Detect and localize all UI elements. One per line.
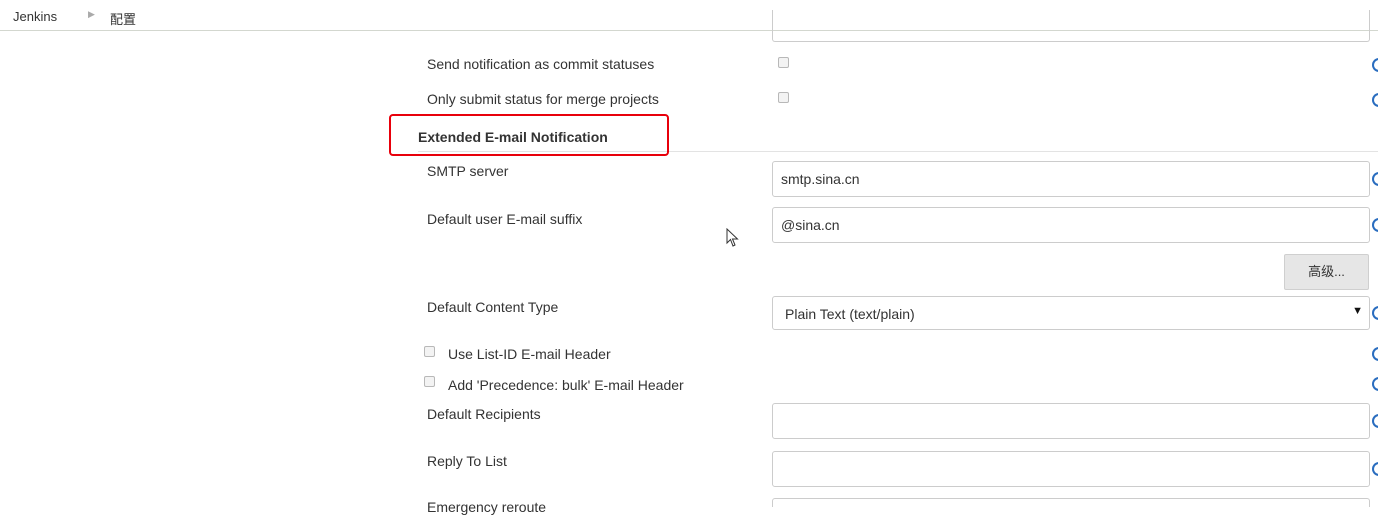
email-suffix-input[interactable]	[772, 207, 1370, 243]
precedence-label: Add 'Precedence: bulk' E-mail Header	[448, 377, 684, 393]
help-icon[interactable]	[1372, 414, 1378, 428]
emergency-reroute-label: Emergency reroute	[427, 499, 547, 515]
list-id-label: Use List-ID E-mail Header	[448, 346, 611, 362]
merge-only-label: Only submit status for merge projects	[427, 91, 659, 107]
list-id-checkbox[interactable]	[424, 346, 435, 357]
reply-to-label: Reply To List	[427, 453, 507, 469]
breadcrumb-current[interactable]: 配置	[110, 9, 136, 28]
breadcrumb-separator-icon: ▶	[88, 9, 95, 19]
precedence-checkbox[interactable]	[424, 376, 435, 387]
merge-only-checkbox[interactable]	[778, 92, 789, 103]
default-recipients-input[interactable]	[772, 403, 1370, 439]
help-icon[interactable]	[1372, 172, 1378, 186]
smtp-server-label: SMTP server	[427, 163, 509, 179]
reply-to-input[interactable]	[772, 451, 1370, 487]
help-icon[interactable]	[1372, 218, 1378, 232]
commit-status-label: Send notification as commit statuses	[427, 56, 655, 72]
help-icon[interactable]	[1372, 306, 1378, 320]
content-type-select[interactable]: Plain Text (text/plain) ▼	[772, 296, 1370, 330]
commit-status-checkbox[interactable]	[778, 57, 789, 68]
help-icon[interactable]	[1372, 93, 1378, 107]
content-type-value: Plain Text (text/plain)	[785, 306, 915, 322]
highlight-box	[389, 114, 669, 156]
help-icon[interactable]	[1372, 347, 1378, 361]
email-suffix-label: Default user E-mail suffix	[427, 211, 583, 227]
breadcrumb-jenkins-link[interactable]: Jenkins	[13, 9, 57, 24]
mouse-pointer-icon	[726, 228, 739, 247]
top-partial-input[interactable]	[772, 10, 1370, 42]
default-recipients-label: Default Recipients	[427, 406, 541, 422]
dropdown-arrow-icon: ▼	[1352, 305, 1363, 317]
help-icon[interactable]	[1372, 377, 1378, 391]
smtp-server-input[interactable]	[772, 161, 1370, 197]
advanced-button[interactable]: 高级...	[1284, 254, 1369, 290]
help-icon[interactable]	[1372, 58, 1378, 72]
content-type-label: Default Content Type	[427, 299, 559, 315]
emergency-reroute-input[interactable]	[772, 498, 1370, 507]
help-icon[interactable]	[1372, 462, 1378, 476]
